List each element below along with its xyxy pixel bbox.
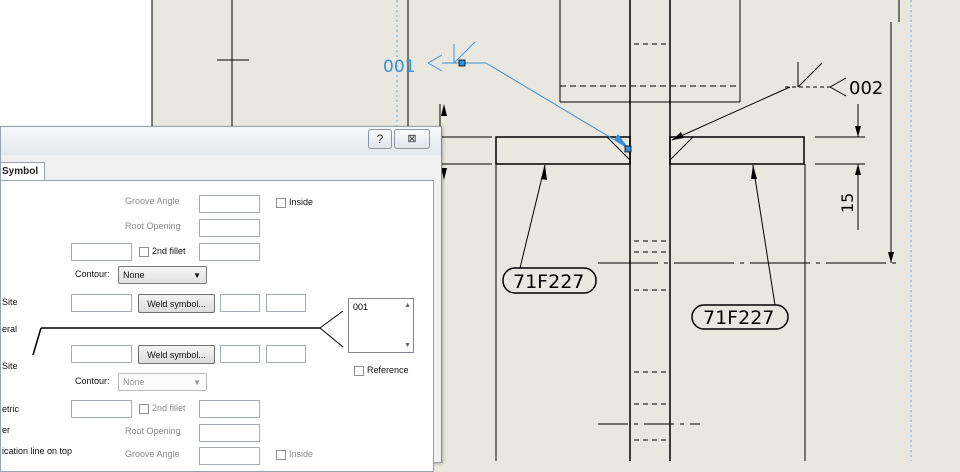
weld-id-listbox[interactable]: 001 ▲ ▼ [348, 298, 414, 353]
listbox-item[interactable]: 001 [353, 302, 368, 312]
inside-checkbox-top[interactable] [276, 198, 286, 208]
reference-checkbox[interactable] [354, 366, 364, 376]
inside-checkbox-bottom[interactable] [276, 450, 286, 460]
length-field-bottom[interactable] [199, 400, 260, 418]
weld-symbol-button-bottom[interactable]: Weld symbol... [138, 345, 215, 364]
pitch-field-top[interactable] [220, 294, 260, 312]
weld-bevel-right [669, 136, 694, 161]
second-fillet-checkbox-top[interactable] [139, 247, 149, 257]
size-field-top[interactable] [71, 243, 132, 261]
scroll-up-icon: ▲ [404, 302, 411, 309]
groove-angle-label-top: Groove Angle [125, 196, 180, 206]
site-label-top: Site [2, 297, 18, 307]
symbol-tab-panel: Groove Angle Inside Root Opening 2nd fil… [0, 180, 434, 472]
prefix-field-top[interactable] [71, 294, 132, 312]
root-opening-label-bottom: Root Opening [125, 426, 181, 436]
contour-select-bottom[interactable]: None ▼ [118, 373, 207, 391]
angle-field-top[interactable] [266, 294, 306, 312]
weld-label-002: 002 [849, 78, 883, 99]
second-fillet-checkbox-bottom[interactable] [139, 404, 149, 414]
left-plate[interactable] [495, 136, 631, 165]
contour-select-top[interactable]: None ▼ [118, 266, 207, 284]
weld-label-001: 001 [383, 57, 415, 77]
weld-symbol-002[interactable] [671, 62, 847, 141]
part-mark-leader-2 [751, 164, 776, 306]
help-button[interactable]: ? [368, 129, 392, 149]
part-mark-2: 71F227 [703, 307, 774, 329]
dimension-text: 15 [838, 193, 857, 213]
reference-label: Reference [367, 365, 409, 375]
inside-label-top: Inside [289, 197, 314, 207]
dimension-15[interactable] [439, 22, 894, 263]
upper-part-outline[interactable] [559, 0, 741, 103]
root-opening-label-top: Root Opening [125, 221, 181, 231]
angle-field-bottom[interactable] [266, 345, 306, 363]
weld-symbol-001[interactable] [427, 41, 632, 153]
groove-angle-field-top[interactable] [199, 195, 260, 213]
contour-label-top: Contour: [75, 269, 110, 279]
other-label: er [2, 425, 11, 435]
tab-symbol[interactable]: Symbol [0, 162, 45, 181]
weld-properties-dialog: ? ⊠ Symbol Groove Angle Inside Root Open… [0, 126, 442, 472]
contour-label-bottom: Contour: [75, 376, 110, 386]
inside-label-bottom: Inside [289, 449, 314, 459]
close-button[interactable]: ⊠ [394, 129, 430, 149]
groove-angle-label-bottom: Groove Angle [125, 449, 180, 459]
root-opening-field-top[interactable] [199, 219, 260, 237]
part-mark-1: 71F227 [513, 271, 584, 293]
length-field-top[interactable] [199, 243, 260, 261]
root-opening-field-bottom[interactable] [199, 424, 260, 442]
chevron-down-icon: ▼ [193, 378, 201, 387]
groove-angle-field-bottom[interactable] [199, 447, 260, 465]
site-label-bottom: Site [2, 361, 18, 371]
size-field-bottom[interactable] [71, 400, 132, 418]
pitch-field-bottom[interactable] [220, 345, 260, 363]
prefix-field-bottom[interactable] [71, 345, 132, 363]
part-mark-leader-1 [519, 164, 547, 269]
scroll-down-icon: ▼ [404, 342, 411, 349]
second-fillet-label-bottom: 2nd fillet [152, 403, 186, 413]
identification-line-label: ication line on top [2, 446, 73, 456]
view-sheet-area [0, 0, 152, 126]
web-plate-outline[interactable] [629, 0, 671, 461]
right-plate[interactable] [669, 136, 805, 165]
symmetric-label: etric [2, 404, 20, 414]
second-fillet-label-top: 2nd fillet [152, 246, 186, 256]
chevron-down-icon: ▼ [193, 271, 201, 280]
